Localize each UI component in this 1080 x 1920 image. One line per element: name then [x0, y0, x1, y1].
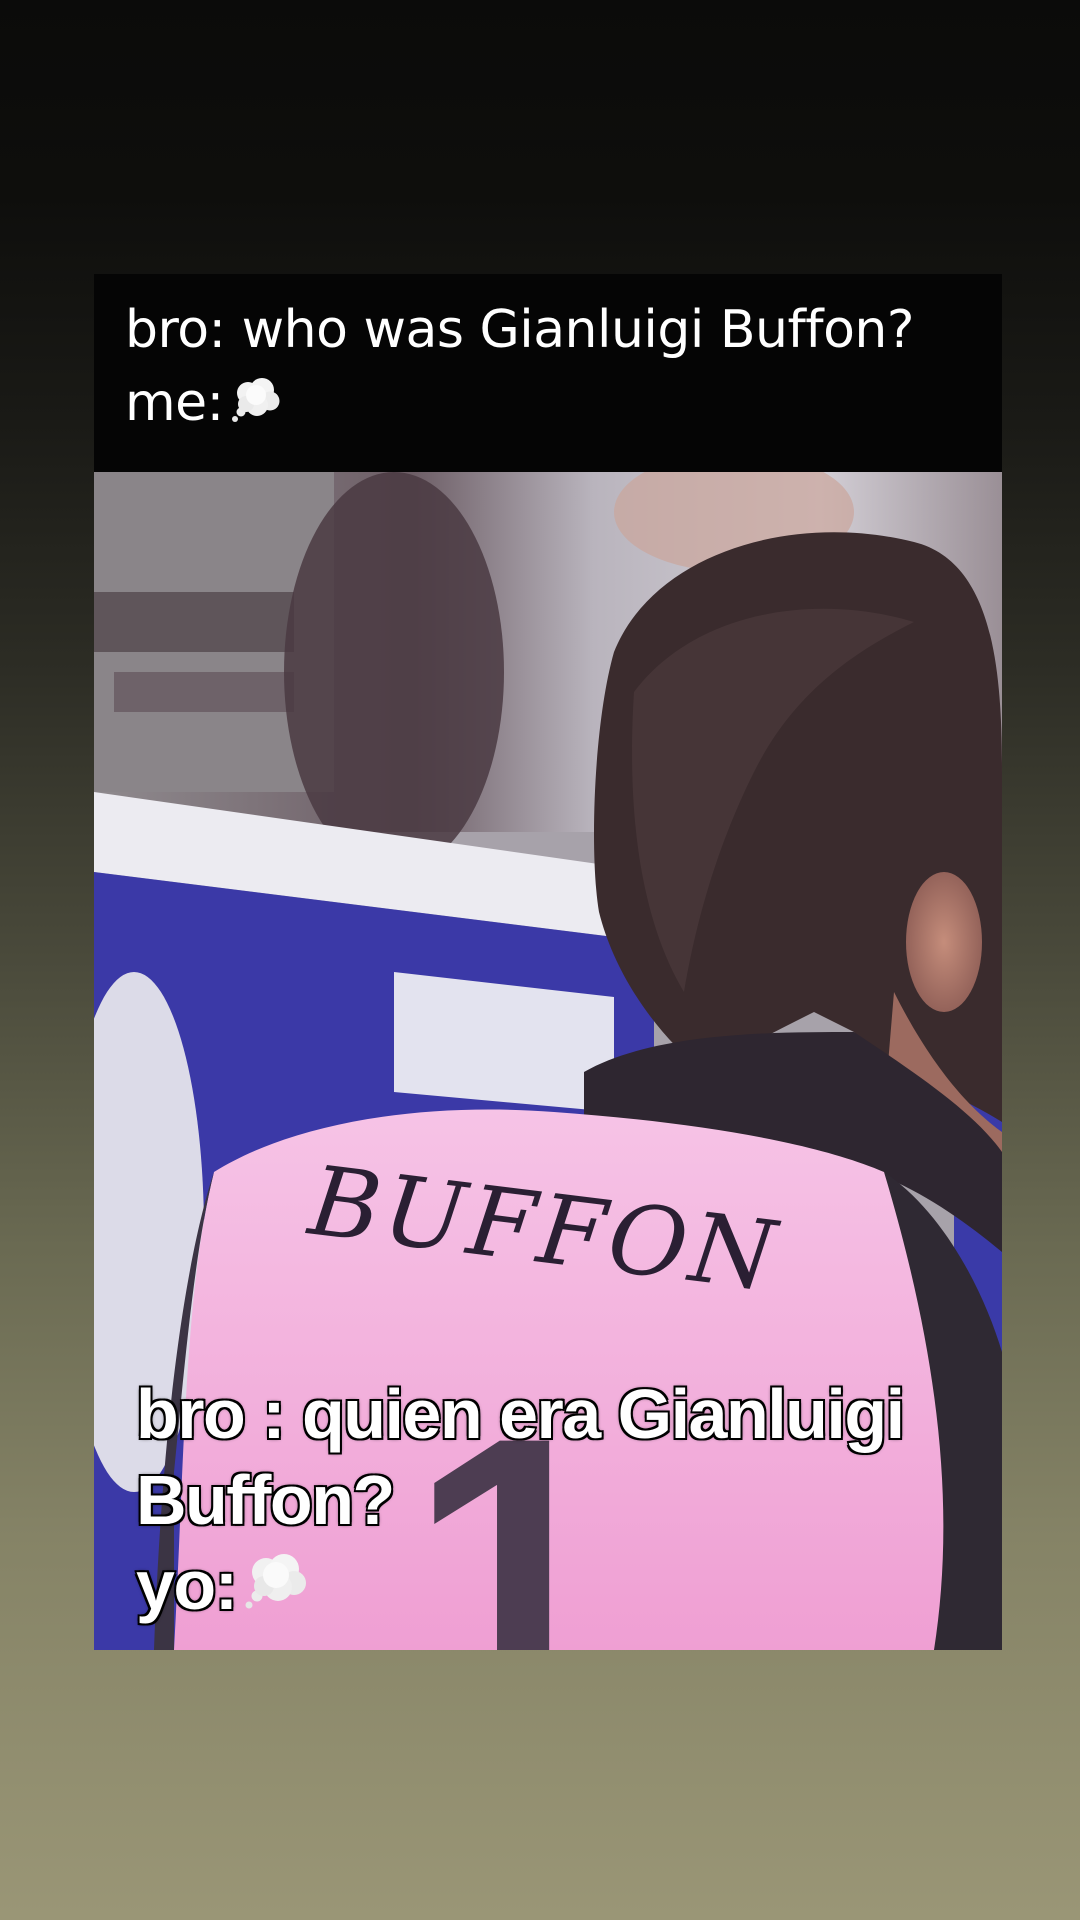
meme-card: bro: who was Gianluigi Buffon? me: BUFFO…: [94, 274, 1002, 1650]
caption-bar: bro: who was Gianluigi Buffon? me:: [94, 274, 1002, 472]
overlay-line-3-text: yo:: [135, 1545, 240, 1626]
caption-line-2-text: me:: [125, 373, 224, 433]
caption-line-2: me:: [125, 371, 280, 435]
thought-balloon-icon: [226, 376, 280, 426]
caption-line-1: bro: who was Gianluigi Buffon?: [125, 300, 914, 360]
overlay-line-2: Buffon?: [135, 1460, 397, 1541]
thought-balloon-icon: [239, 1546, 307, 1609]
overlay-line-3: yo:: [135, 1542, 307, 1628]
overlay-line-1: bro : quien era Gianluigi: [135, 1374, 907, 1455]
